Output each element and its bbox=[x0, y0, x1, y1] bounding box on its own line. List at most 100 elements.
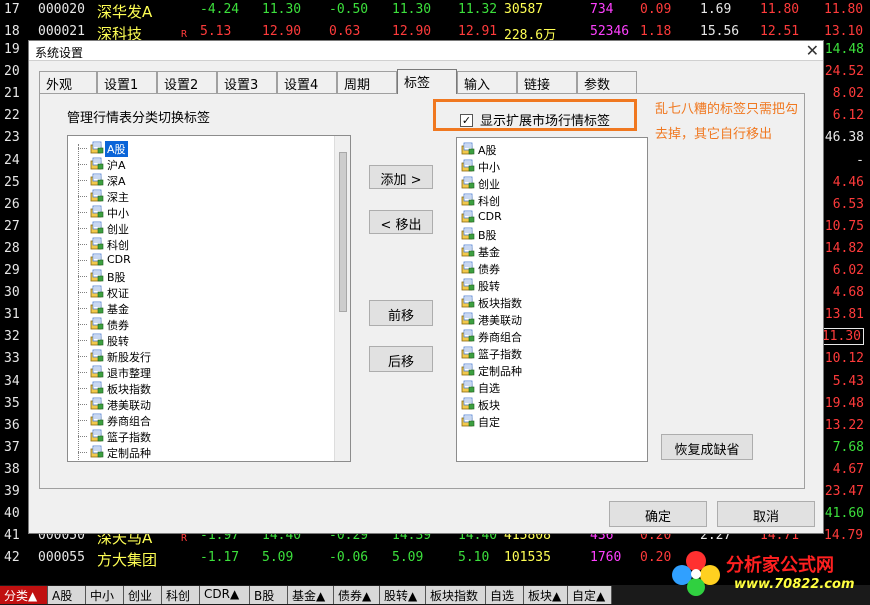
remove-button[interactable]: < 移出 bbox=[369, 210, 433, 234]
tree-branch bbox=[78, 308, 87, 309]
pinwheel-logo-icon bbox=[672, 551, 720, 596]
change-percent: -4.24 bbox=[200, 2, 240, 17]
category-tab[interactable]: 板块指数 bbox=[426, 586, 486, 604]
tab-9[interactable]: 链接 bbox=[517, 71, 577, 93]
row-value: 5.43 bbox=[832, 373, 864, 389]
logo-url: www.70822.com bbox=[734, 577, 855, 592]
row-index: 33 bbox=[4, 351, 20, 367]
list-item-label: 券商组合 bbox=[107, 415, 151, 428]
row-index: 34 bbox=[4, 373, 20, 389]
category-tab[interactable]: 创业 bbox=[124, 586, 162, 604]
list-item-label: A股 bbox=[105, 141, 128, 157]
tab-3[interactable]: 设置2 bbox=[157, 71, 217, 93]
category-tab[interactable]: B股 bbox=[250, 586, 288, 604]
category-tab[interactable]: 债券▲ bbox=[334, 586, 380, 604]
move-up-button[interactable]: 前移 bbox=[369, 300, 433, 326]
tab-7[interactable]: 标签 bbox=[397, 69, 457, 94]
dialog-titlebar: 系统设置 ✕ bbox=[29, 41, 823, 61]
row-value: 14.48 bbox=[824, 42, 864, 57]
current-volume: 1760 bbox=[590, 550, 622, 565]
site-logo: 分析家公式网 www.70822.com bbox=[668, 545, 868, 601]
category-tab[interactable]: 中小 bbox=[86, 586, 124, 604]
stock-row[interactable]: 17 000020 深华发A -4.24 11.30 -0.50 11.30 11.32 305… bbox=[0, 0, 870, 22]
tab-4[interactable]: 设置3 bbox=[217, 71, 277, 93]
rise-speed: 0.20 bbox=[640, 550, 672, 565]
scrollbar-thumb[interactable] bbox=[339, 152, 347, 312]
tree-branch bbox=[78, 356, 87, 357]
tree-branch bbox=[78, 148, 87, 149]
row-value: 13.22 bbox=[824, 417, 864, 433]
tab-8[interactable]: 输入 bbox=[457, 71, 517, 93]
show-extended-market-checkbox[interactable]: ✓ bbox=[460, 114, 473, 127]
turnover: 1.69 bbox=[700, 2, 732, 17]
row-value: - bbox=[856, 152, 864, 168]
tab-page-icon bbox=[461, 363, 475, 376]
close-icon[interactable]: ✕ bbox=[806, 41, 819, 60]
stock-name: 深华发A bbox=[97, 3, 153, 21]
row-value: 4.68 bbox=[832, 285, 864, 301]
tab-page-icon bbox=[461, 227, 475, 240]
row-value: 24.52 bbox=[824, 64, 864, 80]
list-item-label: CDR bbox=[107, 253, 131, 266]
add-button[interactable]: 添加 > bbox=[369, 165, 433, 189]
selected-tabs-list[interactable]: A股 中小 创业 科创 CDR B股 基金 债券 股转 板块指数 港美联动 券商组合 篮子指数 定制品种自… bbox=[456, 137, 648, 462]
row-index: 30 bbox=[4, 285, 20, 301]
category-tab[interactable]: 自选 bbox=[486, 586, 524, 604]
row-index: 40 bbox=[4, 506, 20, 522]
list-item-label: CDR bbox=[478, 210, 502, 223]
category-tab[interactable]: CDR▲ bbox=[200, 586, 250, 604]
ok-button[interactable]: 确定 bbox=[609, 501, 707, 527]
tab-page-icon bbox=[461, 176, 475, 189]
row-index: 35 bbox=[4, 395, 20, 411]
tab-5[interactable]: 设置4 bbox=[277, 71, 337, 93]
left-list-scrollbar[interactable] bbox=[334, 136, 350, 461]
row-value: 4.67 bbox=[832, 461, 864, 477]
list-item-label: 板块指数 bbox=[478, 297, 522, 310]
category-tab[interactable]: 科创 bbox=[162, 586, 200, 604]
tab-2[interactable]: 设置1 bbox=[97, 71, 157, 93]
row-index: 27 bbox=[4, 218, 20, 234]
tab-page-icon bbox=[90, 285, 104, 298]
category-tab[interactable]: 股转▲ bbox=[380, 586, 426, 604]
tree-branch bbox=[78, 324, 87, 325]
bid-price: 11.30 bbox=[392, 2, 432, 17]
available-tabs-list[interactable]: A股 沪A 深A 深主 中小 创业 科创 CDR B股 权证 基金 债券 股转 新股发行 退市整理 板块指数港… bbox=[67, 135, 351, 462]
show-extended-market-label[interactable]: 显示扩展市场行情标签 bbox=[480, 110, 610, 129]
tab-6[interactable]: 周期 bbox=[337, 71, 397, 93]
list-item-label: 退市整理 bbox=[107, 367, 151, 380]
category-tab[interactable]: 自定▲ bbox=[568, 586, 612, 604]
tab-page-icon bbox=[461, 346, 475, 359]
row-index: 20 bbox=[4, 64, 20, 80]
last-price: 11.30 bbox=[262, 2, 302, 17]
row-value: 23.47 bbox=[824, 484, 864, 499]
tree-branch bbox=[78, 244, 87, 245]
ask-price: 11.32 bbox=[458, 2, 498, 17]
restore-default-button[interactable]: 恢复成缺省 bbox=[661, 434, 753, 460]
tree-branch bbox=[78, 340, 87, 341]
category-tab[interactable]: 基金▲ bbox=[288, 586, 334, 604]
list-item-label: 基金 bbox=[478, 246, 500, 259]
tab-page-icon bbox=[461, 312, 475, 325]
category-tab[interactable]: 分类▲ bbox=[0, 586, 48, 604]
cancel-button[interactable]: 取消 bbox=[717, 501, 815, 527]
tab-page-icon bbox=[90, 301, 104, 314]
row-value: 14.82 bbox=[824, 240, 864, 256]
move-down-button[interactable]: 后移 bbox=[369, 346, 433, 372]
bid-price: 12.90 bbox=[392, 24, 432, 39]
tab-page-icon bbox=[461, 261, 475, 274]
list-item-label: 深主 bbox=[107, 191, 129, 204]
list-item-label: 权证 bbox=[107, 287, 129, 300]
system-settings-dialog: 系统设置 ✕ 外观 设置1 设置2 设置3 设置4 周期 标签 输入 链接 参数 管理行情表分类切… bbox=[28, 40, 824, 534]
tab-1[interactable]: 外观 bbox=[39, 71, 97, 93]
tree-branch bbox=[78, 292, 87, 293]
category-tab[interactable]: A股 bbox=[48, 586, 86, 604]
row-index: 25 bbox=[4, 174, 20, 190]
tab-10[interactable]: 参数 bbox=[577, 71, 637, 93]
row-value: 13.81 bbox=[824, 307, 864, 323]
list-item-label: 篮子指数 bbox=[478, 348, 522, 361]
list-item-label: 科创 bbox=[107, 239, 129, 252]
row-index: 36 bbox=[4, 417, 20, 433]
category-tab[interactable]: 板块▲ bbox=[524, 586, 568, 604]
tab-page-icon bbox=[461, 142, 475, 155]
row-value: 11.30 bbox=[818, 328, 864, 346]
